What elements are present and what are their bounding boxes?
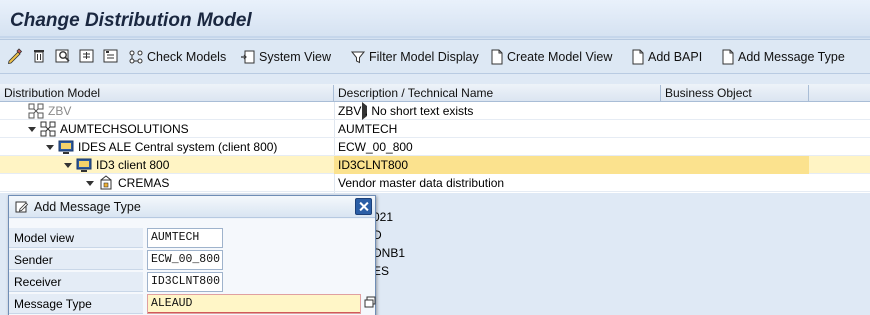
system-view-label: System View	[259, 50, 332, 64]
filter-model-display-button[interactable]: Filter Model Display	[350, 47, 479, 67]
document-icon	[722, 49, 734, 65]
sender-row: Sender ECW_00_800	[9, 249, 375, 271]
edit-icon[interactable]	[6, 47, 24, 65]
collapse-arrow-icon[interactable]	[46, 144, 54, 150]
close-icon[interactable]	[355, 198, 372, 215]
application-toolbar: Check Models System View Filter Model Di…	[0, 40, 870, 74]
partial-text: 021	[373, 210, 394, 224]
model-view-label: Model view	[9, 228, 143, 248]
sap-window: Change Distribution Model Check Models S…	[0, 0, 870, 315]
collapse-icon[interactable]	[102, 47, 120, 65]
expand-icon[interactable]	[78, 47, 96, 65]
dialog-body: Model view AUMTECH Sender ECW_00_800 Rec…	[9, 219, 376, 315]
tree-node-label: IDES ALE Central system (client 800)	[78, 140, 278, 154]
document-icon	[632, 49, 644, 65]
add-message-type-dialog: Add Message Type Model view AUMTECH Send…	[8, 195, 376, 315]
add-bapi-label: Add BAPI	[648, 50, 703, 64]
add-bapi-button[interactable]: Add BAPI	[631, 47, 702, 67]
filter-icon	[350, 51, 366, 64]
dialog-edit-icon	[15, 201, 29, 212]
find-icon[interactable]	[54, 47, 72, 65]
title-bar: Change Distribution Model	[0, 0, 870, 40]
sender-field[interactable]: ECW_00_800	[147, 250, 223, 270]
system-view-icon	[241, 50, 255, 64]
tree-node-description: ECW_00_800	[338, 140, 413, 154]
tree-row[interactable]: IDES ALE Central system (client 800) ECW…	[0, 138, 870, 156]
receiver-label: Receiver	[9, 272, 143, 292]
model-view-row: Model view AUMTECH	[9, 227, 375, 249]
add-message-type-label: Add Message Type	[738, 50, 845, 64]
tree-row-selected[interactable]: ID3 client 800 ID3CLNT800	[0, 156, 870, 174]
delete-icon[interactable]	[30, 47, 48, 65]
partial-text: DNB1	[373, 246, 406, 260]
tree-node-description: Vendor master data distribution	[338, 176, 505, 190]
message-type-input[interactable]: ALEAUD	[147, 294, 361, 314]
sender-label: Sender	[9, 250, 143, 270]
tree-node-label: AUMTECHSOLUTIONS	[60, 122, 189, 136]
column-distribution-model[interactable]: Distribution Model	[0, 85, 334, 101]
collapse-arrow-icon[interactable]	[28, 126, 36, 132]
filter-model-display-label: Filter Model Display	[369, 50, 479, 64]
tree-node-description: ZBV . No short text exists	[338, 104, 474, 118]
logical-system-icon	[76, 158, 92, 172]
tree-row[interactable]: AUMTECHSOLUTIONS AUMTECH	[0, 120, 870, 138]
column-description[interactable]: Description / Technical Name	[334, 85, 661, 101]
value-help-icon[interactable]	[364, 296, 376, 308]
document-icon	[491, 49, 503, 65]
tree-node-label: ID3 client 800	[96, 158, 170, 172]
model-view-icon	[40, 121, 56, 137]
tree-node-label: CREMAS	[118, 176, 170, 190]
dialog-title-bar[interactable]: Add Message Type	[9, 196, 375, 218]
tree-node-label: ZBV	[48, 104, 72, 118]
message-type-row: Message Type ALEAUD	[9, 293, 376, 315]
network-icon	[129, 50, 143, 64]
model-view-icon	[28, 103, 44, 119]
collapse-arrow-icon[interactable]	[86, 180, 94, 186]
message-type-label: Message Type	[9, 294, 143, 314]
tree-row[interactable]: ZBV ZBV . No short text exists	[0, 102, 870, 120]
logical-system-icon	[58, 140, 74, 154]
message-type-icon	[100, 175, 112, 190]
dialog-title: Add Message Type	[34, 199, 141, 214]
column-business-object[interactable]: Business Object	[661, 85, 809, 101]
tree-header: Distribution Model Description / Technic…	[0, 84, 870, 102]
check-models-button[interactable]: Check Models	[128, 47, 226, 67]
page-title: Change Distribution Model	[10, 10, 252, 31]
system-view-button[interactable]: System View	[240, 47, 331, 67]
tree-node-description: ID3CLNT800	[338, 158, 409, 172]
tree-node-description: AUMTECH	[338, 122, 398, 136]
add-message-type-button[interactable]: Add Message Type	[721, 47, 845, 67]
check-models-label: Check Models	[147, 50, 227, 64]
title-divider	[0, 36, 870, 38]
tree-row[interactable]: CREMAS Vendor master data distribution	[0, 174, 870, 192]
create-model-view-label: Create Model View	[507, 50, 613, 64]
model-view-field[interactable]: AUMTECH	[147, 228, 223, 248]
collapse-arrow-icon[interactable]	[64, 162, 72, 168]
receiver-row: Receiver ID3CLNT800	[9, 271, 375, 293]
create-model-view-button[interactable]: Create Model View	[490, 47, 612, 67]
receiver-field[interactable]: ID3CLNT800	[147, 272, 223, 292]
